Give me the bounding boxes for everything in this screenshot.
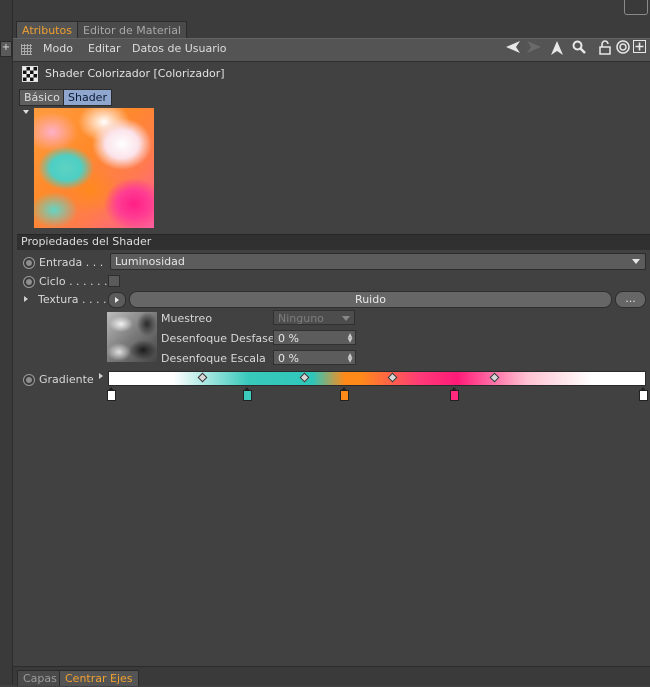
- menu-datos-de-usuario[interactable]: Datos de Usuario: [132, 42, 227, 55]
- noise-thumbnail: [107, 312, 157, 362]
- add-icon[interactable]: [631, 40, 648, 59]
- gradient-knot-handle[interactable]: [107, 387, 116, 401]
- left-panel-strip: +: [0, 0, 13, 685]
- gradient-bar[interactable]: [108, 371, 646, 386]
- ciclo-label: Ciclo . . . . . .: [39, 275, 108, 288]
- desenfoque-desfase-label: Desenfoque Desfase: [161, 332, 275, 345]
- gradiente-animate-icon[interactable]: [23, 374, 35, 386]
- grip-icon: [21, 44, 32, 55]
- up-arrow-icon[interactable]: [548, 40, 565, 59]
- textura-shader-button[interactable]: Ruido: [129, 291, 612, 308]
- menu-bar: Modo Editar Datos de Usuario: [13, 38, 650, 62]
- desenfoque-escala-field[interactable]: 0 %: [273, 350, 356, 365]
- left-panel-add-button[interactable]: +: [0, 41, 12, 57]
- forward-arrow-icon[interactable]: [525, 40, 542, 59]
- menu-modo[interactable]: Modo: [43, 42, 73, 55]
- gradient-knot-handle[interactable]: [449, 387, 459, 401]
- desenfoque-escala-stepper-icon[interactable]: ▲ ▼: [347, 353, 353, 364]
- back-arrow-icon[interactable]: [504, 40, 521, 59]
- gradient-knot-handle[interactable]: [339, 387, 349, 401]
- ciclo-checkbox[interactable]: [108, 275, 120, 287]
- entrada-label: Entrada . . .: [39, 256, 104, 269]
- ciclo-animate-icon[interactable]: [23, 276, 35, 288]
- tab-atributos[interactable]: Atributos: [16, 21, 78, 39]
- chevron-down-icon: [342, 316, 350, 321]
- entrada-dropdown[interactable]: [110, 253, 646, 270]
- gradiente-label: Gradiente: [39, 373, 94, 386]
- tab-capas[interactable]: Capas: [17, 670, 63, 686]
- desenfoque-desfase-stepper-icon[interactable]: ▲ ▼: [347, 333, 353, 344]
- shader-icon: [22, 66, 38, 82]
- gradient-knot-handle[interactable]: [639, 387, 648, 401]
- tab-editor-de-material[interactable]: Editor de Material: [77, 21, 187, 39]
- desenfoque-desfase-field[interactable]: 0 %: [273, 330, 356, 345]
- textura-label: Textura . . . .: [38, 293, 107, 306]
- entrada-value: Luminosidad: [115, 255, 185, 268]
- lock-icon[interactable]: [596, 40, 613, 59]
- entrada-animate-icon[interactable]: [23, 257, 35, 269]
- target-icon[interactable]: [614, 40, 631, 59]
- textura-more-button[interactable]: ...: [615, 291, 646, 308]
- gradient-knot-handle[interactable]: [243, 387, 253, 401]
- preview-collapse-icon[interactable]: [23, 110, 29, 114]
- shader-preview: [34, 108, 154, 228]
- muestreo-label: Muestreo: [161, 312, 213, 325]
- menu-editar[interactable]: Editar: [88, 42, 121, 55]
- desenfoque-escala-label: Desenfoque Escala: [161, 352, 266, 365]
- search-icon[interactable]: [570, 40, 587, 59]
- subtab-shader[interactable]: Shader: [63, 89, 112, 106]
- subtab-basico[interactable]: Básico: [19, 89, 65, 106]
- tab-centrar-ejes[interactable]: Centrar Ejes: [59, 670, 139, 686]
- new-panel-icon[interactable]: [624, 0, 648, 15]
- shader-title: Shader Colorizador [Colorizador]: [45, 67, 225, 80]
- textura-expand-icon[interactable]: [24, 296, 28, 302]
- chevron-down-icon: [632, 259, 640, 264]
- section-title: Propiedades del Shader: [21, 235, 152, 248]
- textura-options-button[interactable]: [108, 292, 126, 308]
- gradiente-expand-icon[interactable]: [99, 373, 103, 379]
